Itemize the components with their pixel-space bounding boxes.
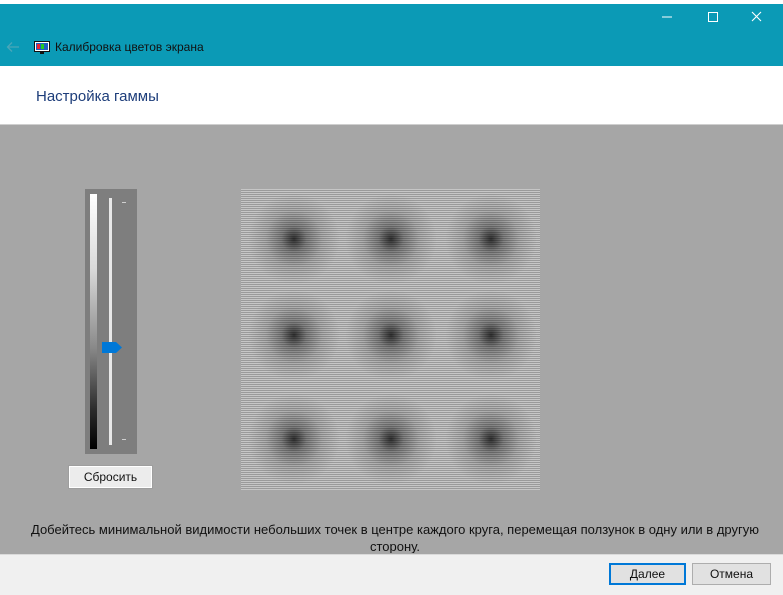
maximize-icon[interactable] bbox=[701, 8, 725, 26]
next-button[interactable]: Далее bbox=[609, 563, 686, 585]
gamma-dot bbox=[441, 389, 540, 489]
footer-bar: Далее Отмена bbox=[0, 554, 783, 595]
gamma-dot bbox=[244, 389, 344, 489]
gamma-dot bbox=[341, 285, 441, 385]
slider-track[interactable] bbox=[109, 198, 112, 445]
gamma-dot bbox=[441, 189, 540, 289]
slider-tick-top bbox=[122, 202, 126, 203]
slider-tick-bottom bbox=[122, 439, 126, 440]
gamma-dot bbox=[441, 285, 540, 385]
window-title: Калибровка цветов экрана bbox=[55, 40, 204, 54]
back-arrow-icon[interactable] bbox=[6, 40, 20, 54]
minimize-icon[interactable] bbox=[655, 8, 679, 26]
display-calibration-icon bbox=[34, 41, 50, 54]
cancel-button[interactable]: Отмена bbox=[692, 563, 771, 585]
gamma-dot bbox=[341, 189, 441, 289]
gamma-sample-image bbox=[241, 189, 540, 490]
slider-thumb[interactable] bbox=[102, 340, 122, 353]
gamma-gradient-bar bbox=[90, 194, 97, 449]
reset-button[interactable]: Сбросить bbox=[68, 465, 153, 489]
title-bar: Калибровка цветов экрана bbox=[0, 4, 783, 66]
close-icon[interactable] bbox=[745, 8, 769, 26]
instruction-text: Добейтесь минимальной видимости небольши… bbox=[31, 522, 759, 553]
page-header: Настройка гаммы bbox=[0, 66, 783, 125]
gamma-dot bbox=[244, 285, 344, 385]
gamma-slider[interactable] bbox=[85, 189, 137, 454]
gamma-dot bbox=[341, 389, 441, 489]
gamma-dot bbox=[244, 189, 344, 289]
page-title: Настройка гаммы bbox=[36, 88, 159, 105]
